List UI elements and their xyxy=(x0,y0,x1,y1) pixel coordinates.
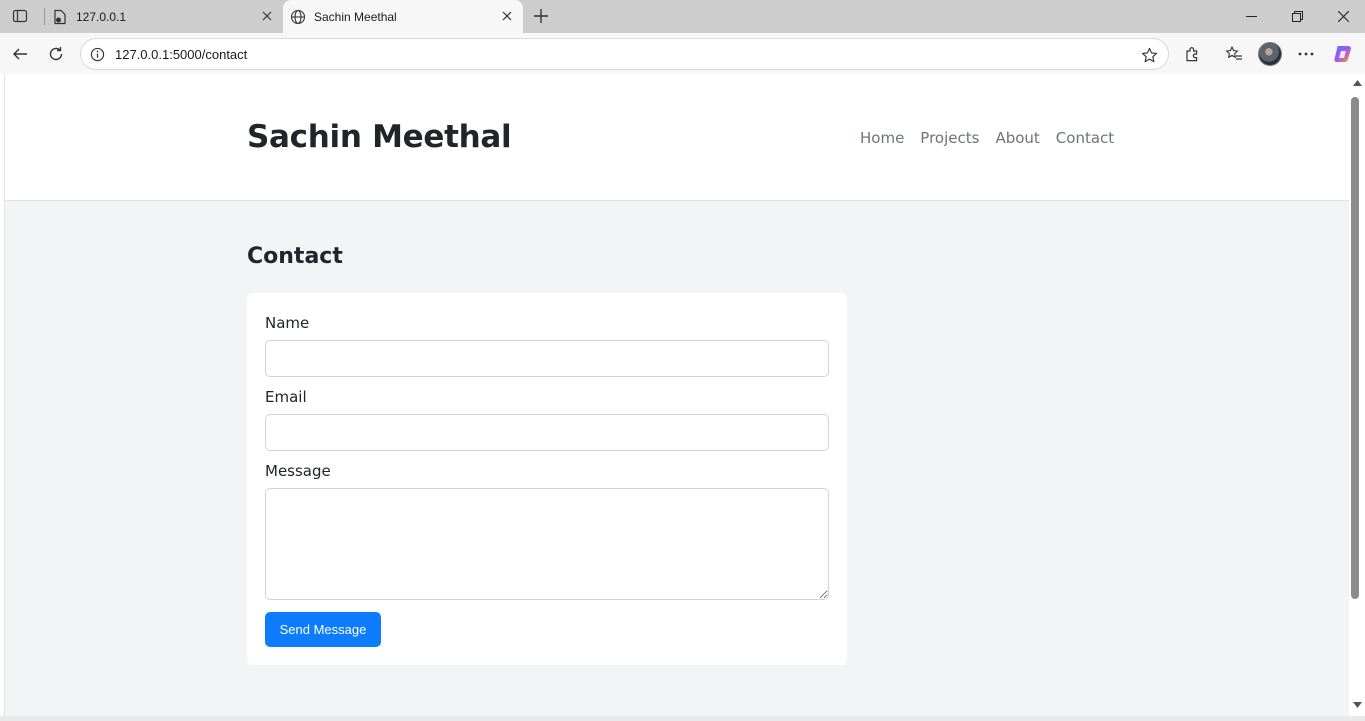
favorites-button[interactable] xyxy=(1221,41,1247,67)
browser-toolbar: 127.0.0.1:5000/contact xyxy=(0,33,1365,74)
site-info-button[interactable] xyxy=(89,46,105,62)
tab-title: 127.0.0.1 xyxy=(76,9,127,24)
nav-link-projects[interactable]: Projects xyxy=(920,129,979,147)
caret-down-icon xyxy=(1352,702,1362,708)
favorites-icon xyxy=(1225,46,1242,60)
address-bar[interactable]: 127.0.0.1:5000/contact xyxy=(80,38,1169,70)
window-close-button[interactable] xyxy=(1320,0,1365,33)
more-button[interactable] xyxy=(1293,41,1319,67)
email-field[interactable] xyxy=(265,414,829,451)
scrollbar-thumb[interactable] xyxy=(1351,97,1359,599)
name-field[interactable] xyxy=(265,340,829,377)
tab-127-0-0-1[interactable]: 127.0.0.1 xyxy=(45,0,283,33)
tab-actions-icon xyxy=(12,9,28,23)
email-label: Email xyxy=(265,388,307,406)
window-bottom-edge xyxy=(0,716,1365,721)
copilot-icon xyxy=(1334,46,1351,62)
new-tab-button[interactable] xyxy=(528,4,554,28)
page-title: Contact xyxy=(247,244,343,269)
minimize-icon xyxy=(1245,16,1257,17)
message-label: Message xyxy=(265,462,331,480)
caret-up-icon xyxy=(1352,80,1362,86)
scroll-down-arrow[interactable] xyxy=(1352,700,1362,710)
avatar[interactable] xyxy=(1258,42,1282,66)
page-scrollbar[interactable] xyxy=(1349,74,1365,716)
refresh-icon xyxy=(49,47,63,61)
name-label: Name xyxy=(265,314,310,332)
more-icon xyxy=(1298,52,1314,56)
restore-button[interactable] xyxy=(1274,0,1320,33)
extensions-icon xyxy=(1186,47,1198,62)
close-icon xyxy=(1337,11,1349,22)
tab-actions-button[interactable] xyxy=(6,4,34,28)
tab-sachin-meethal[interactable]: Sachin Meethal xyxy=(283,0,523,33)
back-button[interactable] xyxy=(6,40,34,68)
site-nav: Home Projects About Contact xyxy=(860,129,1114,147)
close-icon xyxy=(262,11,272,21)
restore-icon xyxy=(1291,11,1303,22)
globe-icon xyxy=(290,9,306,24)
site-title[interactable]: Sachin Meethal xyxy=(247,119,512,155)
favorite-star-button[interactable] xyxy=(1139,45,1159,65)
refresh-button[interactable] xyxy=(42,40,70,68)
tab-close-button[interactable] xyxy=(259,8,275,24)
copilot-button[interactable] xyxy=(1330,41,1356,67)
scroll-up-arrow[interactable] xyxy=(1352,78,1362,88)
message-field[interactable] xyxy=(265,488,829,600)
info-icon xyxy=(90,47,104,61)
back-icon xyxy=(13,48,27,60)
extensions-button[interactable] xyxy=(1180,41,1206,67)
plus-icon xyxy=(534,9,548,23)
nav-link-about[interactable]: About xyxy=(995,129,1039,147)
star-icon xyxy=(1141,47,1157,62)
tab-close-button[interactable] xyxy=(499,8,515,24)
page-viewport: Sachin Meethal Home Projects About Conta… xyxy=(4,74,1349,716)
nav-link-contact[interactable]: Contact xyxy=(1056,129,1114,147)
nav-link-home[interactable]: Home xyxy=(860,129,904,147)
document-icon xyxy=(54,9,66,24)
url-text: 127.0.0.1:5000/contact xyxy=(115,47,248,62)
tab-title: Sachin Meethal xyxy=(314,9,397,24)
browser-tab-bar: 127.0.0.1 Sachin Meethal xyxy=(0,0,1365,33)
send-message-button[interactable]: Send Message xyxy=(265,612,381,647)
site-header: Sachin Meethal Home Projects About Conta… xyxy=(5,74,1349,201)
minimize-button[interactable] xyxy=(1228,0,1274,33)
contact-form: Name Email Message Send Message xyxy=(247,293,847,665)
close-icon xyxy=(502,11,512,21)
